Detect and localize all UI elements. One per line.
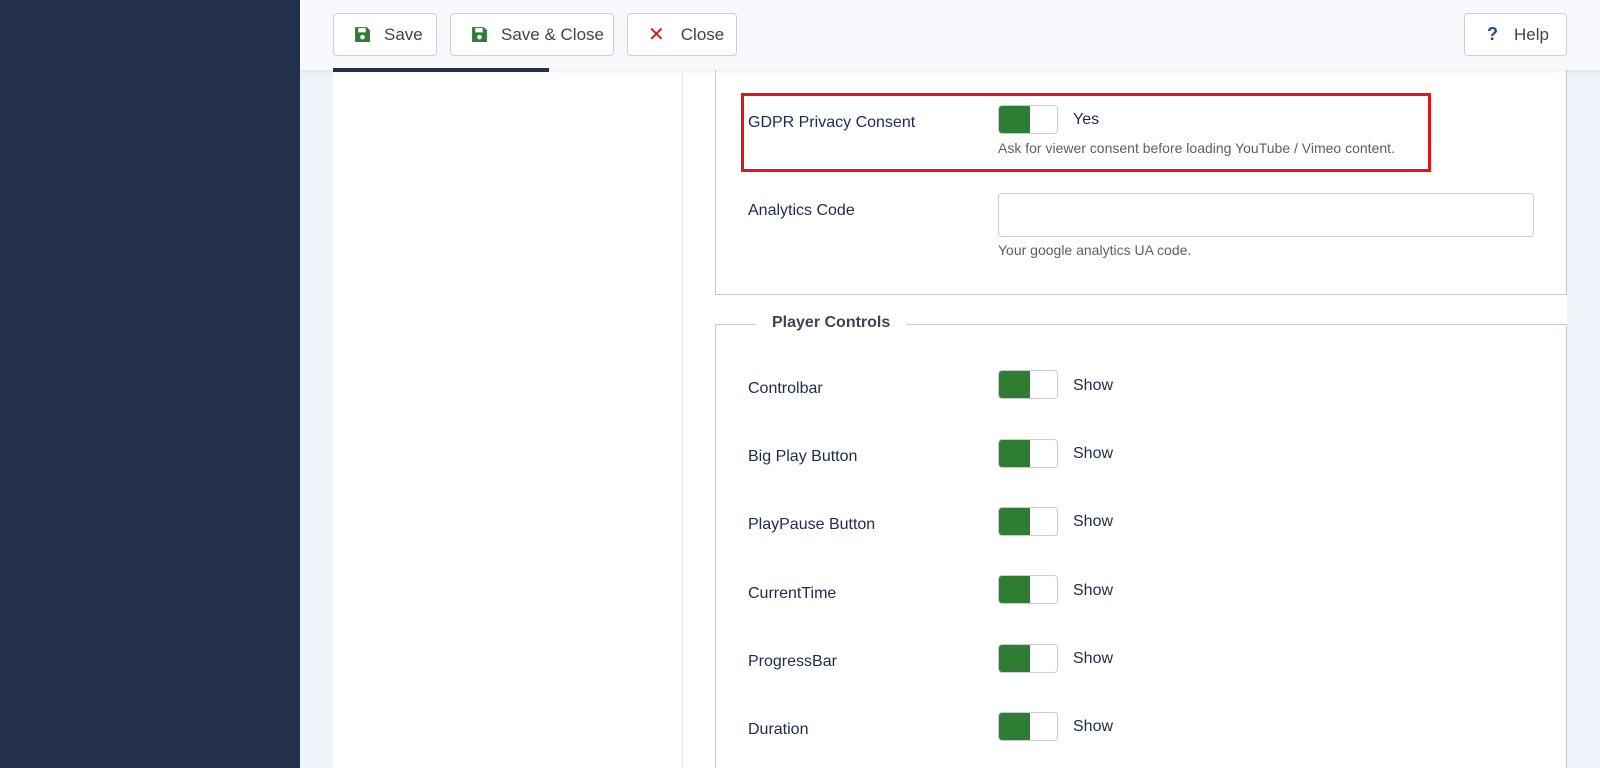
currenttime-toggle-value: Show [1073,582,1114,599]
duration-toggle-value: Show [1073,718,1114,735]
toolbar: Save Save & Close ✕ Close ? Help [300,0,1600,70]
save-button[interactable]: Save [333,13,437,56]
big-play-button-label: Big Play Button [748,448,858,465]
help-icon: ? [1487,24,1498,44]
main-area: Player Controls GDPR Privacy Consent Yes… [300,0,1600,768]
analytics-description: Your google analytics UA code. [998,242,1192,258]
toggle-knob [999,106,1030,133]
save-label: Save [384,24,423,44]
gdpr-description: Ask for viewer consent before loading Yo… [998,140,1395,156]
progressbar-toggle-value: Show [1073,650,1114,667]
help-label: Help [1514,24,1549,44]
toggle-knob [999,508,1030,535]
content-card: Player Controls GDPR Privacy Consent Yes… [333,0,1567,768]
duration-label: Duration [748,721,809,738]
gdpr-toggle[interactable] [998,105,1058,134]
currenttime-label: CurrentTime [748,585,837,602]
gdpr-toggle-value: Yes [1073,111,1100,128]
player-controls-legend: Player Controls [756,314,907,332]
playpause-button-toggle[interactable] [998,507,1058,536]
duration-toggle[interactable] [998,712,1058,741]
controlbar-toggle-value: Show [1073,377,1114,394]
analytics-label: Analytics Code [748,202,855,219]
general-fieldset [715,55,1567,295]
playpause-button-label: PlayPause Button [748,516,876,533]
toggle-knob [999,713,1030,740]
save-icon [469,25,489,45]
save-icon [352,25,372,45]
progressbar-label: ProgressBar [748,653,837,670]
help-button[interactable]: ? Help [1464,13,1567,56]
save-close-label: Save & Close [501,24,604,44]
active-tab-indicator [333,68,549,72]
playpause-button-toggle-value: Show [1073,513,1114,530]
toggle-knob [999,645,1030,672]
big-play-button-toggle-value: Show [1073,445,1114,462]
save-close-button[interactable]: Save & Close [450,13,614,56]
tab-divider [682,70,683,768]
sidebar [0,0,300,768]
analytics-code-input[interactable] [998,193,1534,237]
close-button[interactable]: ✕ Close [627,13,737,56]
big-play-button-toggle[interactable] [998,439,1058,468]
close-icon: ✕ [648,24,665,46]
progressbar-toggle[interactable] [998,644,1058,673]
toggle-knob [999,440,1030,467]
gdpr-label: GDPR Privacy Consent [748,114,916,131]
player-controls-fieldset: Player Controls [715,314,1567,768]
controlbar-toggle[interactable] [998,370,1058,399]
gdpr-highlight-box [741,93,1431,172]
controlbar-label: Controlbar [748,380,823,397]
toggle-knob [999,576,1030,603]
toggle-knob [999,371,1030,398]
close-label: Close [680,24,725,44]
currenttime-toggle[interactable] [998,575,1058,604]
